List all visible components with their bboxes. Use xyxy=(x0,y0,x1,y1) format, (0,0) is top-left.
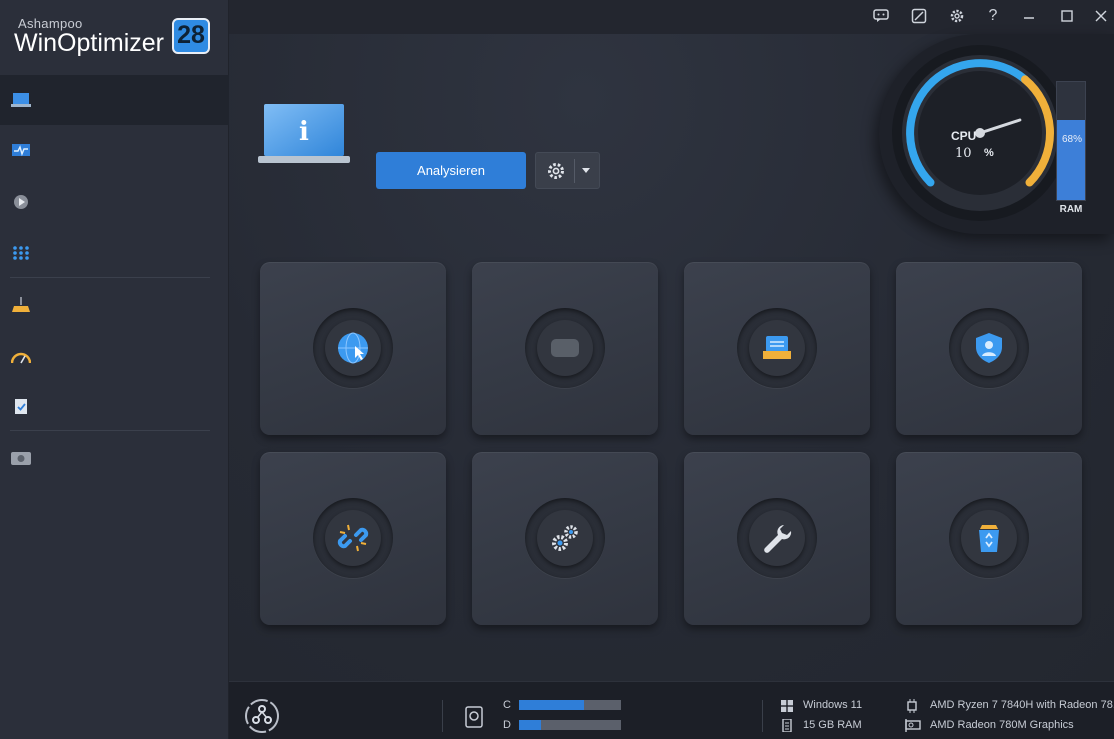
broom-icon xyxy=(12,297,30,312)
drive-c-label: C xyxy=(503,699,511,711)
brand-product: WinOptimizer xyxy=(14,29,165,57)
chevron-down-icon xyxy=(582,168,590,173)
tile-shortcut-finder[interactable] xyxy=(260,452,446,625)
ram-label: RAM xyxy=(1059,204,1083,215)
sidebar-item-all-modules[interactable] xyxy=(0,228,229,278)
pulse-monitor-icon xyxy=(12,144,30,157)
settings-icon xyxy=(950,9,964,23)
sidebar-divider xyxy=(10,430,210,431)
close-button[interactable] xyxy=(1089,5,1113,27)
brand-version-badge: 28 xyxy=(172,18,210,54)
tile-tweaking[interactable] xyxy=(684,452,870,625)
sidebar-item-tuning[interactable] xyxy=(0,331,229,381)
analyze-options-button[interactable] xyxy=(535,152,600,189)
drive-tray-icon xyxy=(763,336,791,359)
sidebar-item-backups[interactable] xyxy=(0,433,229,483)
windows-logo-icon xyxy=(781,700,793,712)
drive-d-label: D xyxy=(503,719,511,731)
network-hub-icon[interactable] xyxy=(244,698,280,734)
gear-play-icon xyxy=(14,195,28,209)
app-logo: Ashampoo WinOptimizer 28 xyxy=(14,10,214,66)
globe-cursor-icon xyxy=(338,332,368,364)
title-bar: ? xyxy=(229,0,1114,34)
blurred-icon xyxy=(551,339,579,357)
help-button[interactable]: ? xyxy=(981,5,1005,27)
close-icon xyxy=(1095,10,1107,22)
cpu-gauge xyxy=(892,45,1068,221)
drive-icon xyxy=(11,452,31,465)
tile-service-manager[interactable] xyxy=(472,452,658,625)
cpu-ram-widget: CPU 10 % 68% RAM xyxy=(879,34,1114,234)
grid-dots-icon xyxy=(13,246,29,260)
os-info: Windows 11 xyxy=(803,699,863,711)
broken-link-icon xyxy=(337,524,369,552)
system-info-laptop-icon: i xyxy=(258,104,350,163)
laptop-icon xyxy=(11,93,31,107)
sidebar-item-monitor[interactable] xyxy=(0,126,229,176)
feedback-button[interactable] xyxy=(869,5,893,27)
ram-info: 15 GB RAM xyxy=(803,719,862,731)
skin-icon xyxy=(911,8,927,24)
main-panel: i Analysieren CPU 10 % 68% RAM xyxy=(229,34,1114,681)
gears-icon xyxy=(552,525,578,551)
sidebar-divider xyxy=(10,277,210,278)
cpu-value: 10 xyxy=(955,146,972,161)
ram-percent: 68% xyxy=(1061,134,1082,145)
maximize-icon xyxy=(1061,10,1073,22)
help-icon: ? xyxy=(988,7,998,24)
ram-module-icon xyxy=(782,719,792,732)
gpu-info: AMD Radeon 780M Graphics xyxy=(930,719,1074,731)
minimize-button[interactable] xyxy=(1017,5,1041,27)
analyze-button[interactable]: Analysieren xyxy=(376,152,526,189)
app-window: Ashampoo WinOptimizer 28 ? i Analysieren… xyxy=(0,0,1114,739)
recycle-bin-icon xyxy=(979,525,999,552)
wrench-icon xyxy=(764,525,792,553)
drive-c-usage-bar xyxy=(519,700,621,710)
drive-d-usage-fill xyxy=(519,720,542,730)
sidebar-item-tasks[interactable] xyxy=(0,381,229,431)
shield-user-icon xyxy=(976,333,1002,363)
sidebar-item-performance[interactable] xyxy=(0,177,229,227)
ram-bar: 68% xyxy=(1056,81,1086,201)
cpu-info: AMD Ryzen 7 7840H with Radeon 78... xyxy=(930,699,1114,711)
minimize-icon xyxy=(1024,17,1034,19)
gear-icon xyxy=(548,163,564,179)
svg-text:i: i xyxy=(299,117,309,147)
hard-drive-icon xyxy=(465,706,483,728)
tile-internet-tuning[interactable] xyxy=(260,262,446,435)
status-bar: C D Windows 11 15 GB RAM AMD Ryzen 7 784… xyxy=(229,681,1114,739)
cpu-unit: % xyxy=(984,147,994,159)
clipboard-check-icon xyxy=(15,399,27,414)
tile-drive-cleaner[interactable] xyxy=(684,262,870,435)
feedback-icon xyxy=(873,9,889,22)
settings-button[interactable] xyxy=(945,5,969,27)
cpu-chip-icon xyxy=(907,699,917,713)
drive-c-usage-fill xyxy=(519,700,585,710)
sidebar: Ashampoo WinOptimizer 28 xyxy=(0,0,229,739)
tile-blurred-module[interactable] xyxy=(472,262,658,435)
tile-file-wiper[interactable] xyxy=(896,452,1082,625)
drive-d-usage-bar xyxy=(519,720,621,730)
ram-bar-fill xyxy=(1057,119,1085,200)
maximize-button[interactable] xyxy=(1055,5,1079,27)
cpu-label: CPU xyxy=(951,129,977,143)
tile-privacy-control[interactable] xyxy=(896,262,1082,435)
speedometer-icon xyxy=(11,352,31,364)
sidebar-item-cleaner[interactable] xyxy=(0,280,229,330)
skin-button[interactable] xyxy=(907,5,931,27)
gpu-card-icon xyxy=(905,719,921,732)
sidebar-item-overview[interactable] xyxy=(0,75,229,125)
